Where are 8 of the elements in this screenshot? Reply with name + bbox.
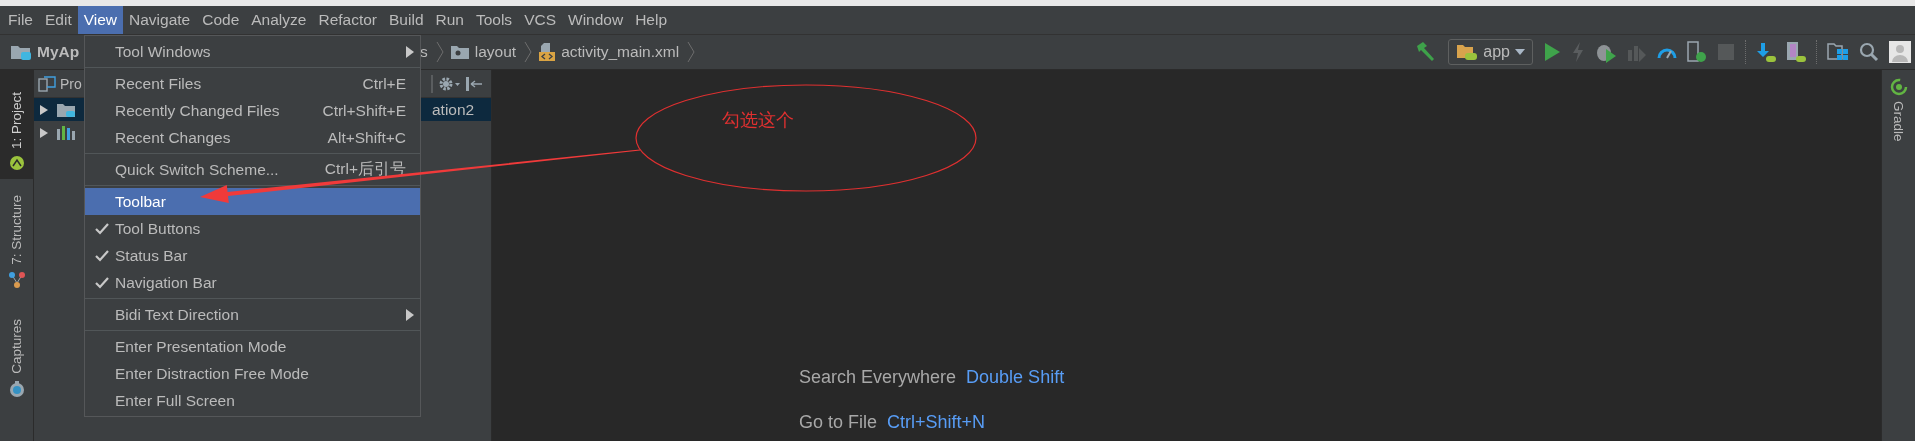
shortcut-text: Ctrl+E — [362, 74, 406, 93]
shortcut-text: Double Shift — [966, 367, 1065, 388]
shortcut-text: Alt+Shift+C — [327, 128, 406, 147]
shortcut-text: Ctrl+Shift+E — [322, 101, 406, 120]
hint-text: Go to File — [799, 412, 878, 433]
shortcut-text: Ctrl+Shift+N — [887, 412, 986, 433]
hint-text: Search Everywhere — [799, 367, 957, 388]
annotation-text: 勾选这个 — [722, 108, 794, 132]
